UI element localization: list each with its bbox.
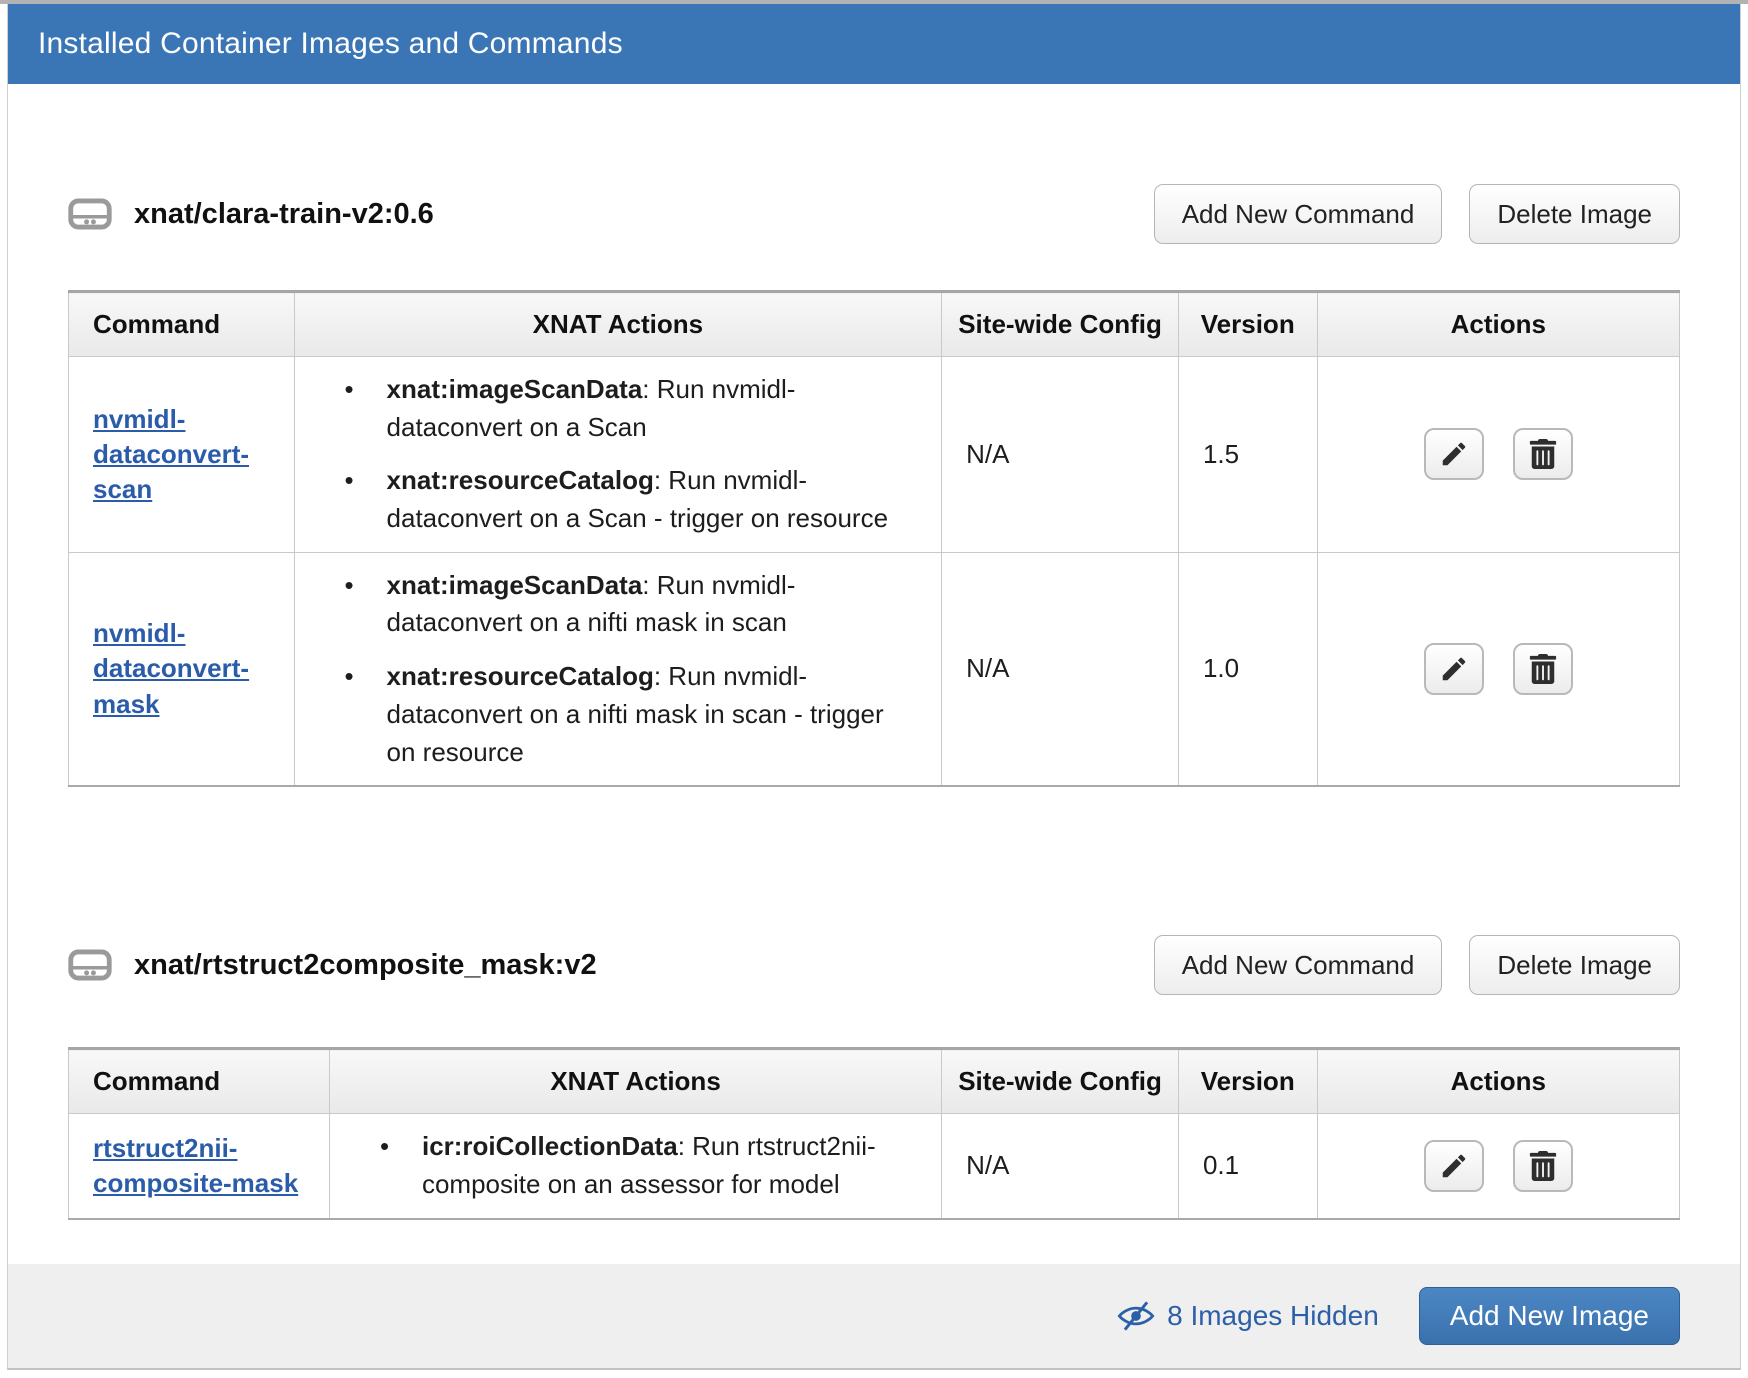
column-header-command: Command [69,1049,330,1114]
table-header-row: Command XNAT Actions Site-wide Config Ve… [69,1049,1680,1114]
delete-image-button[interactable]: Delete Image [1469,184,1680,244]
panel-header: Installed Container Images and Commands [8,4,1740,84]
edit-command-button[interactable] [1424,428,1484,480]
row-actions-cell [1317,357,1680,553]
delete-command-button[interactable] [1513,428,1573,480]
image-section-clara-train: xnat/clara-train-v2:0.6 Add New Command … [68,184,1680,787]
site-wide-config-cell: N/A [942,1114,1179,1219]
delete-image-button[interactable]: Delete Image [1469,935,1680,995]
hard-drive-icon [68,946,112,984]
images-hidden-label: 8 Images Hidden [1167,1300,1379,1332]
xnat-actions-list: xnat:imageScanData: Run nvmidl-dataconve… [319,567,918,771]
pencil-icon [1439,439,1469,469]
panel-content: xnat/clara-train-v2:0.6 Add New Command … [8,84,1740,1264]
edit-command-button[interactable] [1424,1140,1484,1192]
trash-icon [1528,654,1558,684]
add-new-command-button[interactable]: Add New Command [1154,184,1443,244]
delete-command-button[interactable] [1513,643,1573,695]
site-wide-config-cell: N/A [942,357,1179,553]
commands-table: Command XNAT Actions Site-wide Config Ve… [68,290,1680,787]
xnat-action-item: icr:roiCollectionData: Run rtstruct2nii-… [378,1128,917,1203]
hard-drive-icon [68,195,112,233]
xnat-actions-cell: icr:roiCollectionData: Run rtstruct2nii-… [329,1114,941,1219]
edit-command-button[interactable] [1424,643,1484,695]
image-section-header: xnat/clara-train-v2:0.6 Add New Command … [68,184,1680,244]
delete-command-button[interactable] [1513,1140,1573,1192]
xnat-actions-cell: xnat:imageScanData: Run nvmidl-dataconve… [294,552,942,786]
container-admin-panel: Installed Container Images and Commands … [7,4,1741,1370]
version-cell: 1.5 [1178,357,1317,553]
table-header-row: Command XNAT Actions Site-wide Config Ve… [69,292,1680,357]
xnat-action-item: xnat:resourceCatalog: Run nvmidl-datacon… [343,462,918,537]
version-cell: 1.0 [1178,552,1317,786]
xnat-actions-cell: xnat:imageScanData: Run nvmidl-dataconve… [294,357,942,553]
column-header-command: Command [69,292,295,357]
column-header-actions: Actions [1317,1049,1680,1114]
command-link[interactable]: nvmidl-dataconvert-mask [93,618,249,718]
xnat-actions-list: icr:roiCollectionData: Run rtstruct2nii-… [354,1128,917,1203]
command-link[interactable]: rtstruct2nii-composite-mask [93,1133,298,1198]
column-header-site-wide-config: Site-wide Config [942,1049,1179,1114]
trash-icon [1528,1151,1558,1181]
xnat-actions-list: xnat:imageScanData: Run nvmidl-dataconve… [319,371,918,538]
column-header-version: Version [1178,292,1317,357]
image-name-title: xnat/rtstruct2composite_mask:v2 [134,949,597,982]
panel-footer: 8 Images Hidden Add New Image [8,1264,1740,1368]
pencil-icon [1439,654,1469,684]
images-hidden-link[interactable]: 8 Images Hidden [1117,1300,1379,1332]
column-header-xnat-actions: XNAT Actions [329,1049,941,1114]
command-cell: rtstruct2nii-composite-mask [69,1114,330,1219]
image-section-header: xnat/rtstruct2composite_mask:v2 Add New … [68,935,1680,995]
column-header-site-wide-config: Site-wide Config [942,292,1179,357]
command-row: nvmidl-dataconvert-scan xnat:imageScanDa… [69,357,1680,553]
column-header-actions: Actions [1317,292,1680,357]
column-header-xnat-actions: XNAT Actions [294,292,942,357]
image-name-title: xnat/clara-train-v2:0.6 [134,198,434,231]
command-row: rtstruct2nii-composite-mask icr:roiColle… [69,1114,1680,1219]
version-cell: 0.1 [1178,1114,1317,1219]
add-new-command-button[interactable]: Add New Command [1154,935,1443,995]
image-section-rtstruct2composite: xnat/rtstruct2composite_mask:v2 Add New … [68,935,1680,1219]
row-actions-cell [1317,1114,1680,1219]
trash-icon [1528,439,1558,469]
pencil-icon [1439,1151,1469,1181]
eye-slash-icon [1117,1300,1155,1332]
page-title: Installed Container Images and Commands [38,27,623,61]
xnat-action-item: xnat:resourceCatalog: Run nvmidl-datacon… [343,658,918,771]
xnat-action-item: xnat:imageScanData: Run nvmidl-dataconve… [343,371,918,446]
command-row: nvmidl-dataconvert-mask xnat:imageScanDa… [69,552,1680,786]
command-cell: nvmidl-dataconvert-mask [69,552,295,786]
site-wide-config-cell: N/A [942,552,1179,786]
add-new-image-button[interactable]: Add New Image [1419,1287,1680,1345]
xnat-action-item: xnat:imageScanData: Run nvmidl-dataconve… [343,567,918,642]
command-cell: nvmidl-dataconvert-scan [69,357,295,553]
row-actions-cell [1317,552,1680,786]
column-header-version: Version [1178,1049,1317,1114]
command-link[interactable]: nvmidl-dataconvert-scan [93,404,249,504]
commands-table: Command XNAT Actions Site-wide Config Ve… [68,1047,1680,1219]
